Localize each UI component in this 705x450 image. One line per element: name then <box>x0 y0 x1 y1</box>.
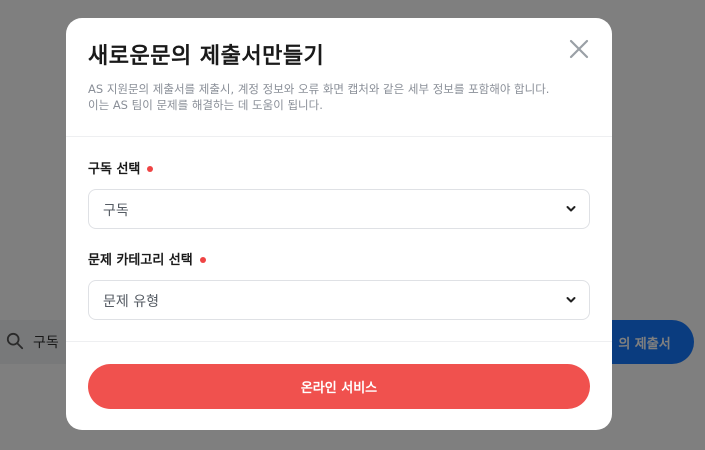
category-select[interactable]: 문제 유형 <box>88 280 590 320</box>
close-icon[interactable] <box>566 36 592 62</box>
subscription-select[interactable]: 구독 <box>88 189 590 229</box>
category-field-label: 문제 카테고리 선택 <box>88 249 206 268</box>
modal-description-line-1: AS 지원문의 제출서를 제출시, 계정 정보와 오류 화면 캡처와 같은 세부… <box>88 82 550 96</box>
modal-title: 새로운문의 제출서만들기 <box>88 44 325 69</box>
required-indicator <box>199 256 206 263</box>
online-service-button[interactable]: 온라인 서비스 <box>88 364 590 409</box>
modal-description: AS 지원문의 제출서를 제출시, 계정 정보와 오류 화면 캡처와 같은 세부… <box>88 81 588 113</box>
chevron-down-icon <box>566 297 576 303</box>
subscription-select-value: 구독 <box>103 203 129 219</box>
subscription-field-label: 구독 선택 <box>88 158 154 177</box>
modal-description-line-2: 이는 AS 팀이 문제를 해결하는 데 도움이 됩니다. <box>88 98 323 112</box>
online-service-button-label: 온라인 서비스 <box>300 381 378 396</box>
subscription-label-text: 구독 선택 <box>88 162 141 177</box>
create-inquiry-modal: 새로운문의 제출서만들기 AS 지원문의 제출서를 제출시, 계정 정보와 오류… <box>66 18 612 430</box>
footer-divider <box>66 341 612 342</box>
chevron-down-icon <box>566 206 576 212</box>
required-indicator <box>147 165 154 172</box>
modal-header: 새로운문의 제출서만들기 AS 지원문의 제출서를 제출시, 계정 정보와 오류… <box>66 18 612 137</box>
category-label-text: 문제 카테고리 선택 <box>88 253 193 268</box>
category-select-value: 문제 유형 <box>103 294 159 310</box>
